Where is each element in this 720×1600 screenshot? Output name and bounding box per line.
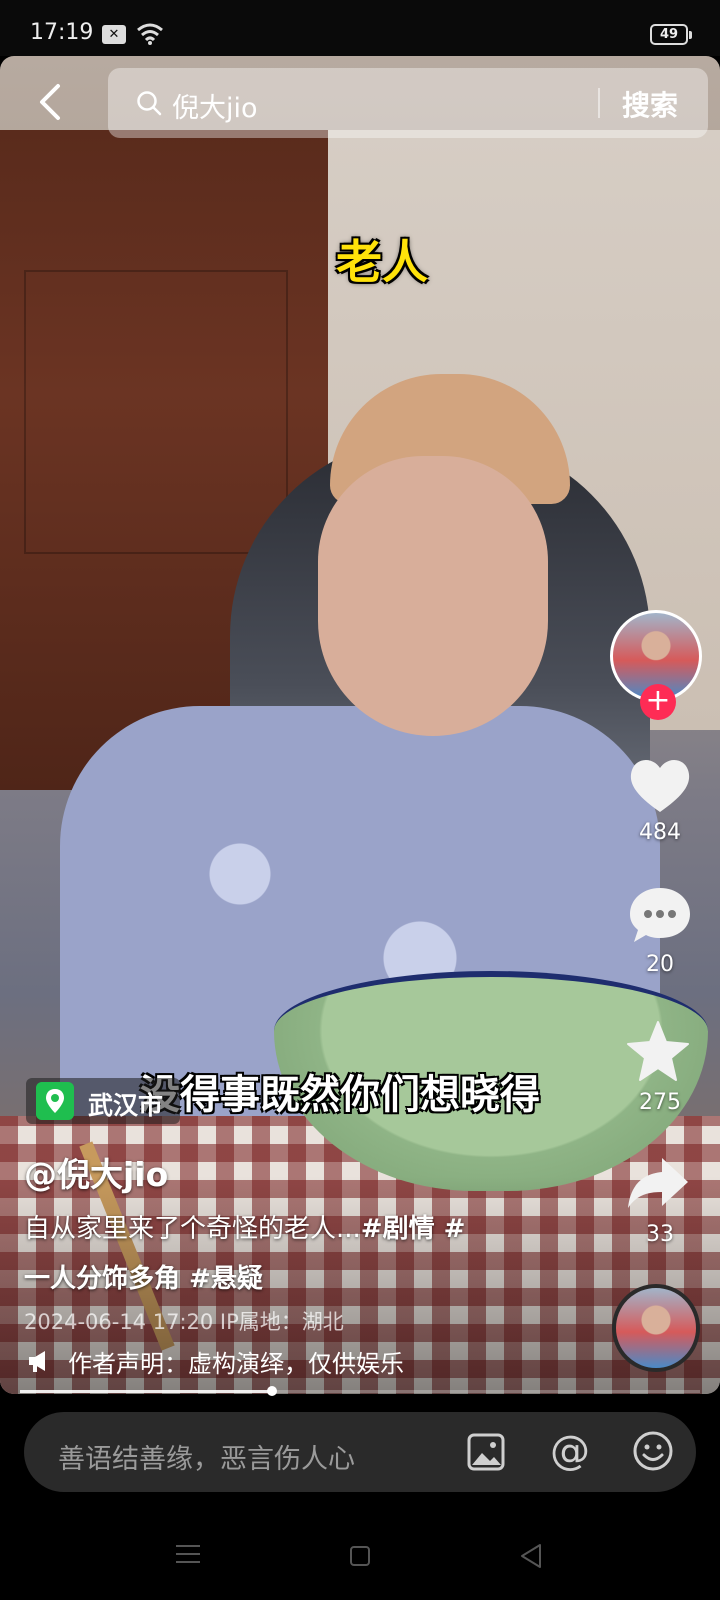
nav-home-icon[interactable] [350,1546,370,1566]
search-input[interactable]: 倪大jio [172,86,258,125]
hashtag-link[interactable]: #剧情 # [361,1214,466,1244]
megaphone-icon [29,1351,45,1372]
search-divider [598,88,600,118]
video-subtitle: 没得事既然你们想晓得 [140,1072,540,1118]
video-description-line2[interactable]: 一人分饰多角 #悬疑 [24,1258,263,1295]
video-caption-top: 老人 [336,235,428,289]
like-count: 484 [639,820,681,845]
description-text: 自从家里来了个奇怪的老人... [24,1214,361,1244]
share-count: 33 [646,1222,674,1247]
location-pin-icon [36,1082,74,1120]
star-icon[interactable] [624,1018,692,1086]
music-disc-avatar[interactable] [612,1284,700,1372]
battery-icon: 49 [650,24,688,45]
battery-tip [689,31,692,39]
comment-input[interactable]: 善语结善缘，恶言伤人心 [58,1437,355,1476]
search-icon [137,91,162,116]
back-arrow-icon[interactable] [30,80,74,124]
person-face [318,456,548,736]
door-panel [24,270,288,554]
at-mention-icon[interactable]: @ [550,1428,590,1474]
emoji-icon[interactable] [632,1430,674,1472]
progress-fill [20,1390,272,1393]
favorite-count: 275 [639,1090,681,1115]
search-button[interactable]: 搜索 [622,84,678,124]
comment-count: 20 [646,952,674,977]
author-disclaimer: 作者声明：虚构演绎，仅供娱乐 [68,1350,404,1378]
progress-knob[interactable] [266,1386,277,1396]
video-description: 自从家里来了个奇怪的老人...#剧情 # [24,1208,465,1245]
status-time: 17:19 [30,20,94,45]
comment-icon[interactable] [626,882,694,950]
heart-icon[interactable] [626,752,694,820]
share-icon[interactable] [624,1150,692,1218]
nav-menu-icon[interactable] [176,1544,200,1564]
publish-meta: 2024-06-14 17:20 IP属地：湖北 [24,1310,344,1334]
notification-icon: ✕ [102,25,126,44]
nav-back-icon[interactable] [518,1542,544,1570]
follow-button[interactable]: + [640,684,676,720]
author-name[interactable]: @倪大jio [24,1148,168,1196]
image-icon[interactable] [466,1432,506,1472]
location-label[interactable]: 武汉市 [88,1086,163,1122]
wifi-icon [137,23,163,45]
